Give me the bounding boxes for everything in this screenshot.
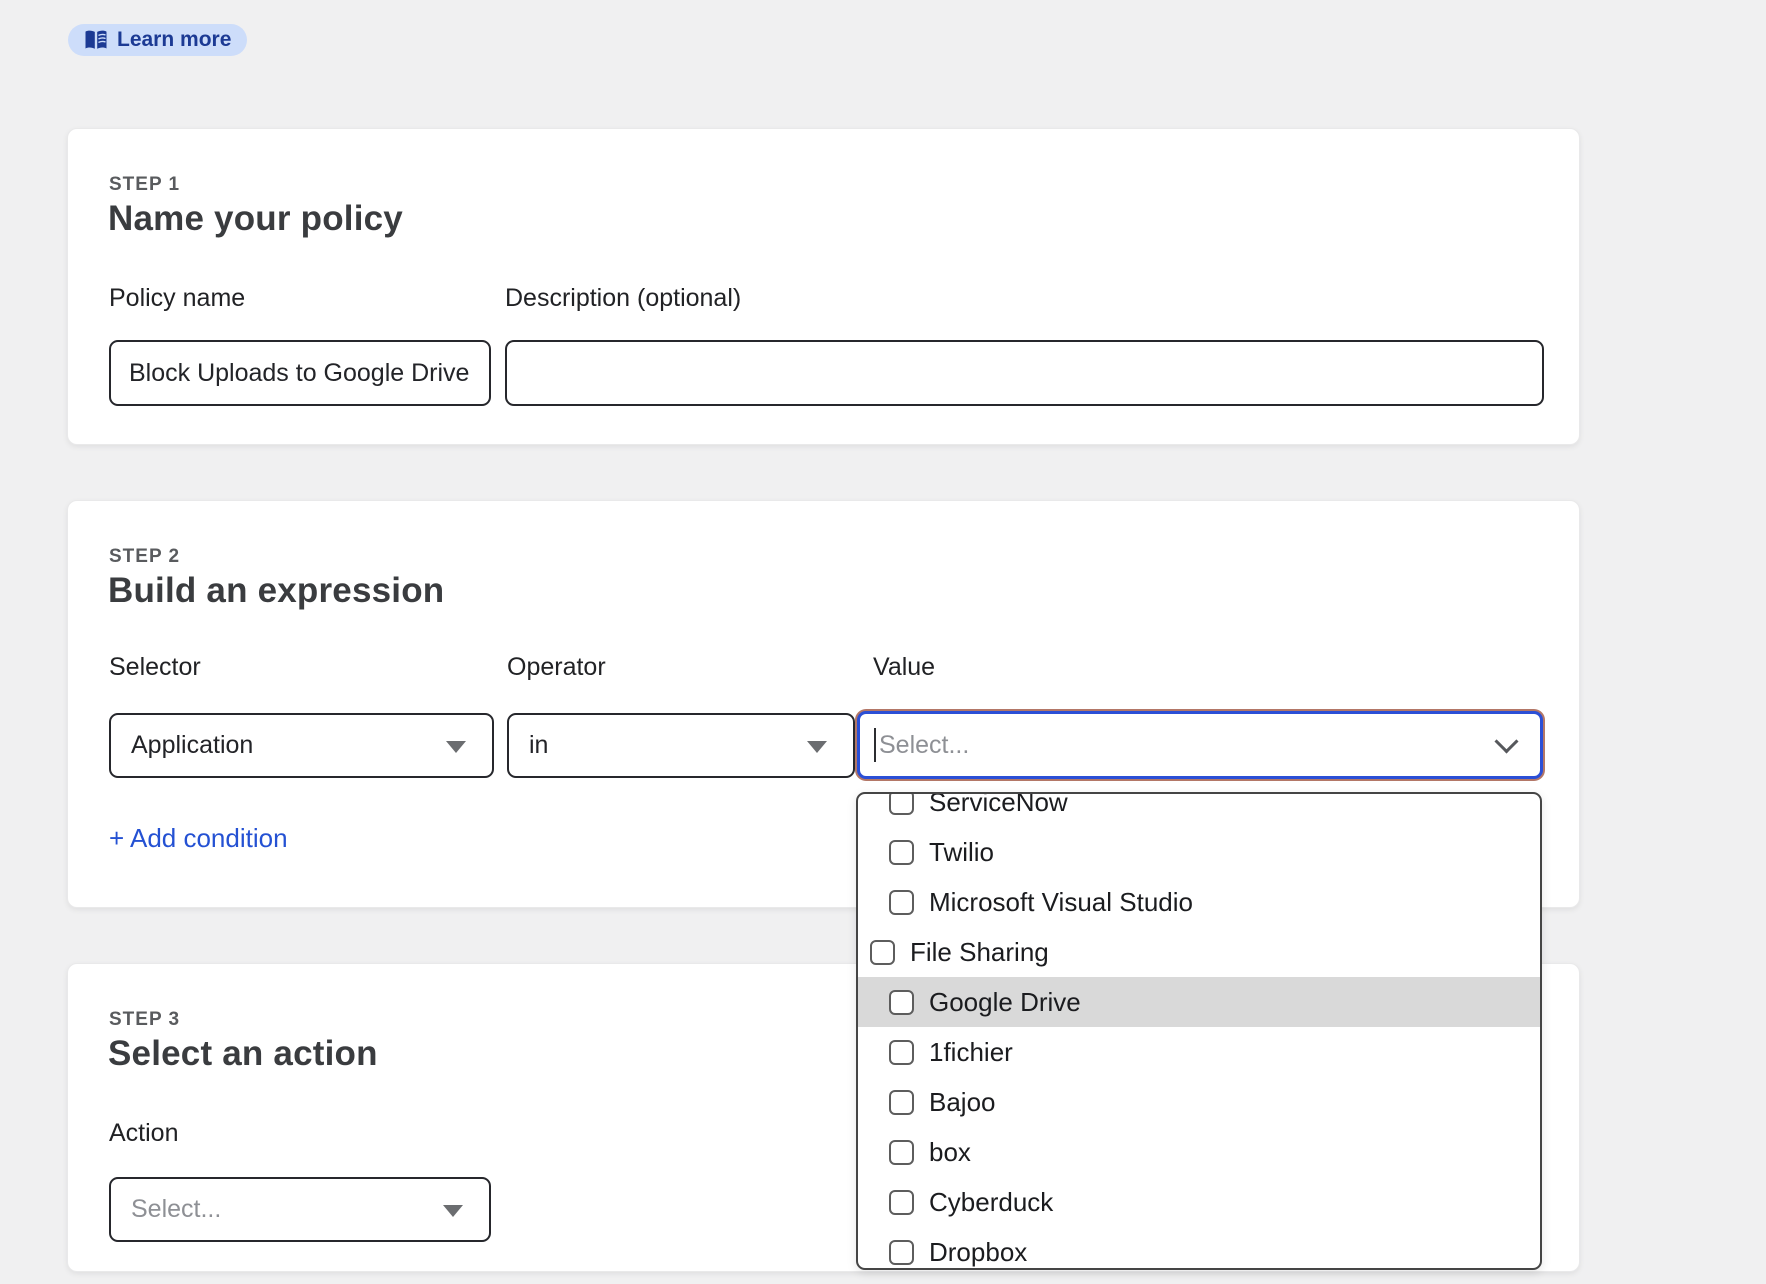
policy-builder-page: Learn more STEP 1 Name your policy Polic… — [0, 0, 1766, 1284]
option-label: Google Drive — [929, 987, 1081, 1018]
action-dropdown[interactable]: Select... — [109, 1177, 491, 1242]
option-label: File Sharing — [910, 937, 1049, 968]
option-label: Cyberduck — [929, 1187, 1053, 1218]
option-label: 1fichier — [929, 1037, 1013, 1068]
operator-label: Operator — [507, 653, 606, 682]
checkbox[interactable] — [889, 1040, 914, 1065]
dropdown-option[interactable]: Microsoft Visual Studio — [858, 877, 1540, 927]
value-placeholder: Select... — [879, 731, 969, 760]
operator-dropdown[interactable]: in — [507, 713, 855, 778]
checkbox[interactable] — [889, 840, 914, 865]
selector-value: Application — [131, 731, 253, 760]
chevron-down-icon — [1496, 730, 1518, 752]
action-placeholder: Select... — [131, 1195, 221, 1224]
policy-name-label: Policy name — [109, 284, 245, 313]
value-multiselect-input[interactable]: Select... — [857, 711, 1543, 779]
step2-step-label: STEP 2 — [109, 546, 180, 568]
learn-more-label: Learn more — [117, 28, 231, 52]
step1-step-label: STEP 1 — [109, 174, 180, 196]
action-label: Action — [109, 1119, 178, 1148]
dropdown-option[interactable]: Twilio — [858, 827, 1540, 877]
dropdown-option[interactable]: Cyberduck — [858, 1177, 1540, 1227]
step3-title: Select an action — [108, 1034, 378, 1074]
option-label: Microsoft Visual Studio — [929, 887, 1193, 918]
description-input[interactable] — [505, 340, 1544, 406]
dropdown-option[interactable]: Dropbox — [858, 1227, 1540, 1270]
dropdown-option-highlighted[interactable]: Google Drive — [858, 977, 1540, 1027]
checkbox[interactable] — [889, 1090, 914, 1115]
dropdown-option[interactable]: ServiceNow — [858, 792, 1540, 827]
dropdown-arrow-icon — [807, 741, 827, 753]
checkbox[interactable] — [889, 1190, 914, 1215]
policy-name-value: Block Uploads to Google Drive — [129, 359, 469, 388]
selector-dropdown[interactable]: Application — [109, 713, 494, 778]
checkbox[interactable] — [870, 940, 895, 965]
option-label: Bajoo — [929, 1087, 996, 1118]
checkbox[interactable] — [889, 890, 914, 915]
step1-card: STEP 1 Name your policy Policy name Desc… — [67, 128, 1580, 445]
application-option-list: ServiceNow Twilio Microsoft Visual Studi… — [858, 792, 1540, 1270]
dropdown-option[interactable]: box — [858, 1127, 1540, 1177]
dropdown-option[interactable]: Bajoo — [858, 1077, 1540, 1127]
checkbox[interactable] — [889, 1240, 914, 1265]
value-label: Value — [873, 653, 935, 682]
option-label: Twilio — [929, 837, 994, 868]
checkbox[interactable] — [889, 792, 914, 815]
option-label: Dropbox — [929, 1237, 1027, 1268]
add-condition-link[interactable]: + Add condition — [109, 823, 288, 854]
application-dropdown-panel: ServiceNow Twilio Microsoft Visual Studi… — [856, 792, 1542, 1270]
dropdown-arrow-icon — [446, 741, 466, 753]
learn-more-button[interactable]: Learn more — [68, 24, 247, 56]
checkbox[interactable] — [889, 1140, 914, 1165]
dropdown-arrow-icon — [443, 1205, 463, 1217]
text-cursor — [874, 728, 876, 762]
selector-label: Selector — [109, 653, 201, 682]
dropdown-option[interactable]: 1fichier — [858, 1027, 1540, 1077]
operator-value: in — [529, 731, 548, 760]
option-label: ServiceNow — [929, 792, 1068, 818]
option-label: box — [929, 1137, 971, 1168]
dropdown-category-option[interactable]: File Sharing — [858, 927, 1540, 977]
description-label: Description (optional) — [505, 284, 741, 313]
book-icon — [84, 29, 108, 51]
step2-title: Build an expression — [108, 571, 444, 611]
policy-name-input[interactable]: Block Uploads to Google Drive — [109, 340, 491, 406]
step1-title: Name your policy — [108, 199, 403, 239]
step3-step-label: STEP 3 — [109, 1009, 180, 1031]
checkbox[interactable] — [889, 990, 914, 1015]
